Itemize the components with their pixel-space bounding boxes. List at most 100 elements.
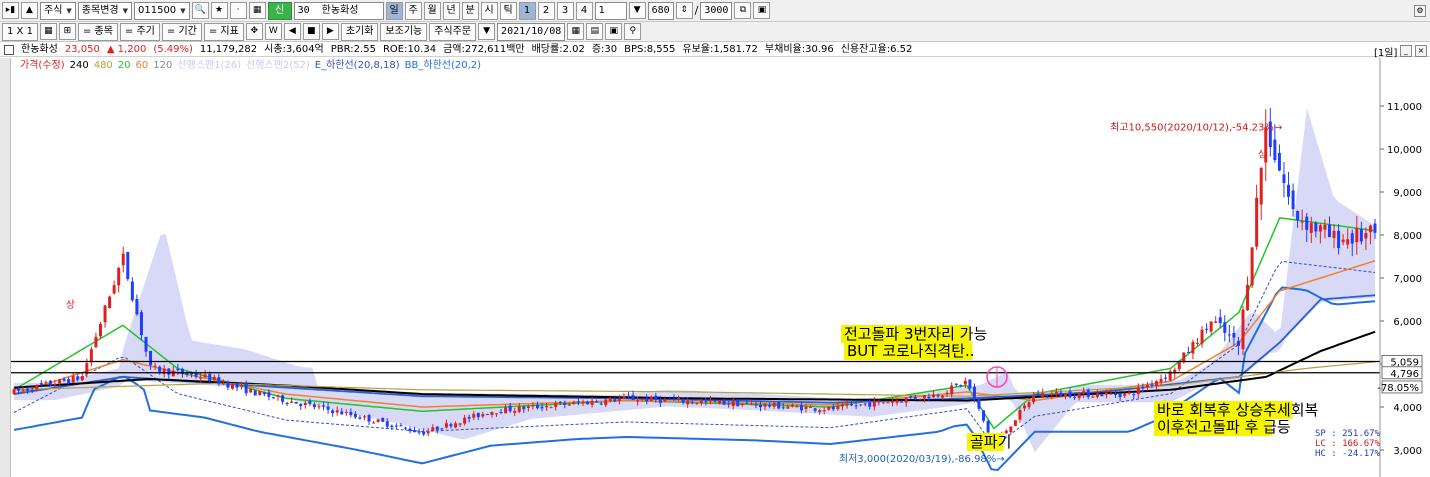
layout-icon[interactable]: ▦ xyxy=(39,23,57,40)
legend-ma120[interactable]: 120 xyxy=(153,59,172,73)
chart-left-scrollbar[interactable] xyxy=(0,58,11,477)
period-month[interactable]: 월 xyxy=(423,1,441,20)
candle-body xyxy=(1218,317,1222,324)
new-window-icon[interactable]: ⧉ xyxy=(734,2,752,19)
chevron-down-icon[interactable]: ▼ xyxy=(628,2,646,19)
price-change-pct: (5.49%) xyxy=(153,44,193,55)
candle-body xyxy=(840,404,844,407)
candle-body xyxy=(322,405,326,407)
move-icon[interactable]: ✥ xyxy=(245,23,263,40)
chevron-down-icon[interactable]: ▼ xyxy=(478,23,496,40)
stock-name-field[interactable]: 30 한농화성 xyxy=(293,1,384,20)
period-year[interactable]: 년 xyxy=(442,1,460,20)
aux-function-button[interactable]: 보조기능 xyxy=(380,22,428,41)
legend-span1[interactable]: 선행스팬1(26) xyxy=(177,59,241,73)
next-icon[interactable]: ▶ xyxy=(321,23,339,40)
code-input[interactable]: 011500 ▼ xyxy=(134,1,190,20)
legend-price[interactable]: 가격(수정) xyxy=(20,59,65,73)
search-icon[interactable]: 🔍 xyxy=(191,2,209,19)
legend-ma240[interactable]: 240 xyxy=(70,59,89,73)
count-4[interactable]: 4 xyxy=(575,1,593,20)
split-icon[interactable]: ⊞ xyxy=(58,23,76,40)
spinner-icon[interactable]: ⇕ xyxy=(675,2,693,19)
settings-icon[interactable]: ⚙ xyxy=(1414,5,1426,17)
w-icon[interactable]: W xyxy=(264,23,282,40)
stock-add-button[interactable]: = 종목 xyxy=(77,22,118,41)
count-2[interactable]: 2 xyxy=(537,1,555,20)
period-minute[interactable]: 분 xyxy=(461,1,479,20)
stock-add-label: 종목 xyxy=(94,25,113,37)
stock-change-label: 종목변경 xyxy=(81,4,119,16)
candle-body xyxy=(121,253,125,266)
y-tick-label: 3,000 xyxy=(1393,446,1422,457)
count-select[interactable]: 1 xyxy=(594,1,627,20)
minimize-icon[interactable]: _ xyxy=(1400,45,1412,57)
menu-icon[interactable]: ▸▮ xyxy=(2,2,19,19)
close-icon[interactable]: × xyxy=(1415,45,1427,57)
period-tick[interactable]: 틱 xyxy=(499,1,517,20)
cycle-label: 주기 xyxy=(136,25,155,37)
candle-body xyxy=(67,379,71,383)
grid-icon[interactable]: ▦ xyxy=(248,2,266,19)
table-icon[interactable]: ▤ xyxy=(586,23,604,40)
up-arrow-icon[interactable]: ▲ xyxy=(21,2,38,19)
bars-total-input[interactable]: 3000 xyxy=(700,1,733,20)
reset-button[interactable]: 초기화 xyxy=(340,22,379,41)
indicator-button[interactable]: = 지표 xyxy=(203,22,244,41)
stock-order-button[interactable]: 주식주문 xyxy=(429,22,477,41)
candle-body xyxy=(76,376,80,380)
candle-body xyxy=(340,411,344,415)
candle-body xyxy=(1205,328,1209,330)
market-cap: 시총:3,604억 xyxy=(264,44,324,55)
legend-ma20[interactable]: 20 xyxy=(118,59,131,73)
candle-body xyxy=(868,402,872,407)
legend-ma480[interactable]: 480 xyxy=(94,59,113,73)
candle-body xyxy=(130,281,134,301)
candle-body xyxy=(1364,233,1368,239)
candle-body xyxy=(549,407,553,409)
count-1[interactable]: 1 xyxy=(518,1,536,20)
stop-icon[interactable]: ■ xyxy=(302,23,320,40)
select-checkbox[interactable] xyxy=(4,45,14,55)
indicator-label: 지표 xyxy=(220,25,239,37)
bps: BPS:8,555 xyxy=(624,44,676,55)
candle-body xyxy=(108,296,112,309)
period-button[interactable]: = 기간 xyxy=(161,22,202,41)
bars-input[interactable]: 680 xyxy=(647,1,674,20)
period-week[interactable]: 주 xyxy=(404,1,422,20)
cycle-button[interactable]: = 주기 xyxy=(119,22,160,41)
candle-body xyxy=(886,402,890,404)
toolbar-secondary: 1 X 1 ▦ ⊞ = 종목 = 주기 = 기간 = 지표 ✥ W ◀ ■ ▶ … xyxy=(0,22,1430,42)
candle-body xyxy=(813,408,817,411)
candle-body xyxy=(799,405,803,411)
screen-icon[interactable]: ▣ xyxy=(605,23,623,40)
candle-body xyxy=(1232,333,1236,338)
count-3[interactable]: 3 xyxy=(556,1,574,20)
calendar-icon[interactable]: ▦ xyxy=(567,23,585,40)
search-icon[interactable]: ⚲ xyxy=(624,23,642,40)
star-icon[interactable]: ★ xyxy=(210,2,228,19)
grid-layout-button[interactable]: 1 X 1 xyxy=(2,22,38,41)
save-icon[interactable]: ▣ xyxy=(753,2,771,19)
legend-bb-lower[interactable]: BB_하한선(20,2) xyxy=(405,59,481,73)
prev-icon[interactable]: ◀ xyxy=(283,23,301,40)
y-tick-label: 4,000 xyxy=(1393,403,1422,414)
candle-body xyxy=(1241,309,1245,350)
legend-env-lower[interactable]: E_하한선(20,8,18) xyxy=(315,59,400,73)
more-icon[interactable]: · xyxy=(229,2,247,19)
date-input[interactable]: 2021/10/08 xyxy=(497,22,566,41)
stock-change-select[interactable]: 종목변경 ▼ xyxy=(77,1,132,20)
candle-body xyxy=(285,403,289,405)
legend-ma60[interactable]: 60 xyxy=(136,59,149,73)
candle-body xyxy=(672,398,676,400)
candle-body xyxy=(972,386,976,399)
candle-body xyxy=(440,428,444,430)
price-chart[interactable]: 3,0004,0005,0006,0007,0008,0009,00010,00… xyxy=(0,58,1430,477)
candle-body xyxy=(1309,223,1313,233)
legend-span2[interactable]: 선행스팬2(52) xyxy=(246,59,310,73)
candle-body xyxy=(795,406,799,408)
candle-body xyxy=(458,423,462,425)
period-day[interactable]: 일 xyxy=(385,1,403,20)
period-hour[interactable]: 시 xyxy=(480,1,498,20)
market-select[interactable]: 주식 ▼ xyxy=(40,1,76,20)
